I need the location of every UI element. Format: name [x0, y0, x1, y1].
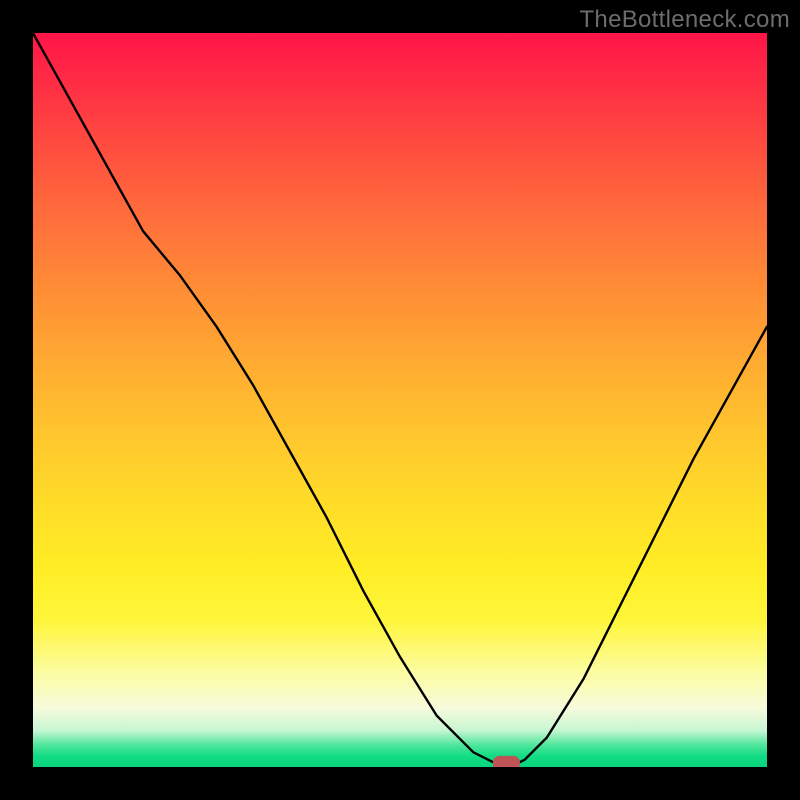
chart-frame: TheBottleneck.com [0, 0, 800, 800]
optimal-marker [493, 756, 519, 767]
plot-svg [33, 33, 767, 767]
plot-area [33, 33, 767, 767]
bottleneck-curve [33, 33, 767, 767]
watermark-label: TheBottleneck.com [579, 6, 790, 34]
